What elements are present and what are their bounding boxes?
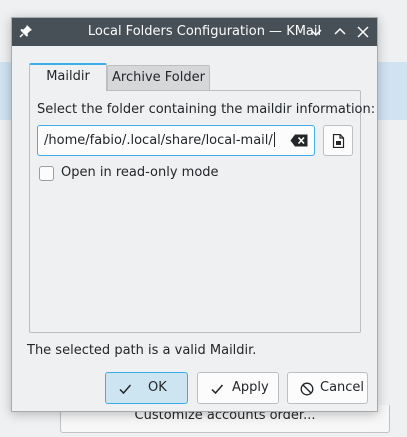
- cancel-icon: [300, 382, 314, 396]
- cancel-button-label: Cancel: [320, 380, 365, 395]
- close-icon[interactable]: [354, 23, 372, 41]
- local-folders-dialog: Local Folders Configuration — KMail Mail…: [11, 17, 378, 412]
- maildir-path-value[interactable]: /home/fabio/.local/share/local-mail/: [44, 126, 275, 155]
- maildir-instruction-label: Select the folder containing the maildir…: [37, 102, 376, 117]
- cancel-button[interactable]: Cancel: [287, 372, 368, 404]
- minimize-icon[interactable]: [307, 23, 325, 41]
- document-open-icon: [332, 134, 345, 148]
- dialog-content: Maildir Archive Folder Select the folder…: [12, 46, 377, 411]
- check-icon: [211, 384, 224, 395]
- readonly-label[interactable]: Open in read-only mode: [61, 165, 219, 180]
- readonly-checkbox[interactable]: [39, 166, 54, 181]
- ok-button-label: OK: [148, 380, 167, 395]
- tab-archive-folder[interactable]: Archive Folder: [107, 65, 210, 90]
- apply-button-label: Apply: [232, 380, 269, 395]
- maximize-icon[interactable]: [331, 23, 349, 41]
- browse-folder-button[interactable]: [323, 125, 353, 156]
- status-message: The selected path is a valid Maildir.: [27, 343, 257, 358]
- maildir-path-input[interactable]: /home/fabio/.local/share/local-mail/: [37, 125, 315, 156]
- apply-button[interactable]: Apply: [197, 372, 279, 404]
- tab-maildir[interactable]: Maildir: [29, 63, 107, 91]
- maildir-panel: Select the folder containing the maildir…: [29, 90, 375, 333]
- clear-text-icon[interactable]: [290, 134, 308, 147]
- text-caret: [273, 132, 275, 147]
- titlebar: Local Folders Configuration — KMail: [12, 18, 377, 46]
- ok-button[interactable]: OK: [105, 372, 188, 404]
- check-icon: [119, 384, 132, 395]
